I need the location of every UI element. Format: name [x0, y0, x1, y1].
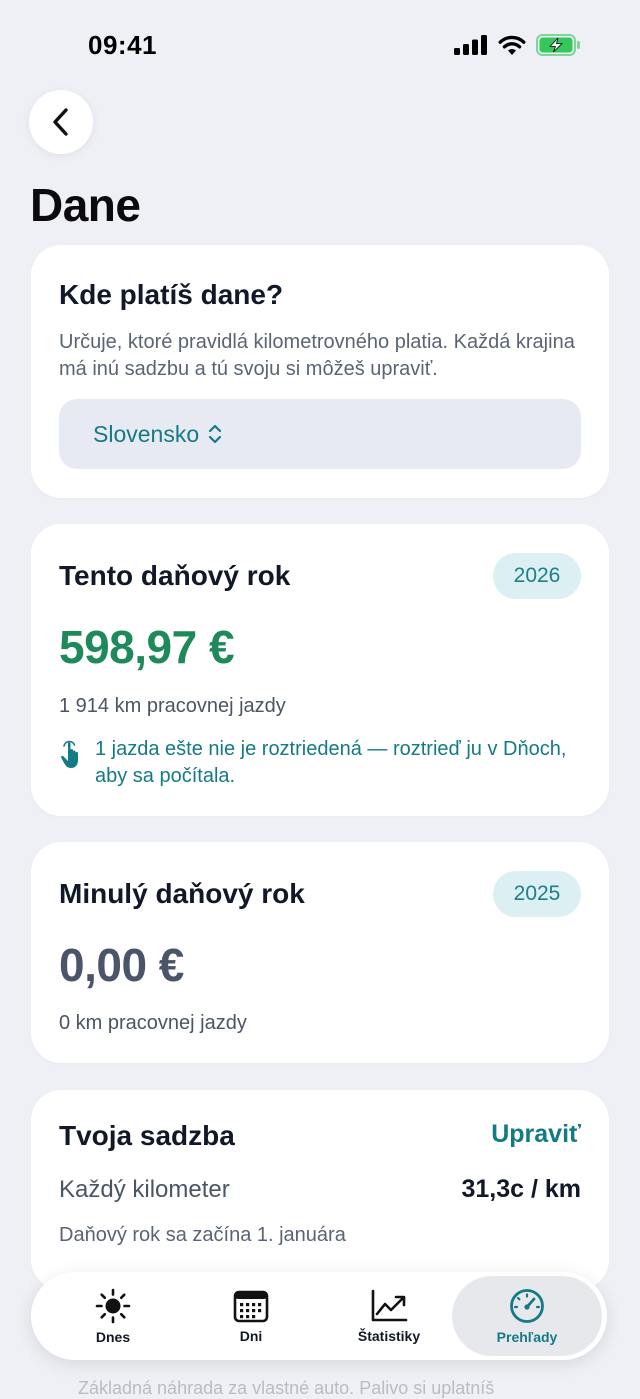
page-title: Dane — [30, 179, 141, 231]
current-work-km: 1 914 km pracovnej jazdy — [59, 695, 286, 717]
tab-prehlady[interactable]: Prehľady — [452, 1276, 602, 1356]
current-tax-year-title: Tento daňový rok — [59, 560, 291, 591]
tab-dnes[interactable]: Dnes — [43, 1276, 183, 1356]
back-button[interactable] — [29, 90, 93, 154]
tab-label: Dni — [239, 1327, 263, 1344]
gauge-icon — [510, 1288, 544, 1323]
hand-tap-icon — [61, 740, 78, 768]
tab-statistiky[interactable]: Štatistiky — [319, 1276, 459, 1356]
previous-tax-year-card: Minulý daňový rok 2025 0,00 € 0 km praco… — [31, 842, 609, 1063]
previous-tax-year-title: Minulý daňový rok — [59, 878, 305, 909]
rate-title: Tvoja sadzba — [59, 1120, 235, 1151]
chevron-up-down-icon — [207, 423, 223, 445]
wifi-icon — [498, 35, 526, 55]
tab-label: Štatistiky — [357, 1327, 421, 1344]
current-tax-amount: 598,97 € — [59, 621, 235, 673]
tax-country-title: Kde platíš dane? — [59, 279, 284, 310]
previous-tax-amount: 0,00 € — [59, 939, 184, 991]
current-tax-year-card: Tento daňový rok 2026 598,97 € 1 914 km … — [31, 524, 609, 816]
rate-footnote: Základná náhrada za vlastné auto. Palivo… — [78, 1378, 495, 1398]
tax-country-card: Kde platíš dane? Určuje, ktoré pravidlá … — [31, 245, 609, 498]
battery-charging-icon — [536, 34, 580, 56]
calendar-icon — [233, 1290, 269, 1322]
signal-icon — [454, 35, 487, 55]
tax-year-start-note: Daňový rok sa začína 1. januára — [59, 1224, 346, 1246]
status-bar: 09:41 — [0, 0, 640, 92]
rate-value: 31,3c / km — [461, 1175, 581, 1203]
country-picker[interactable]: Slovensko — [59, 399, 581, 469]
status-time: 09:41 — [88, 30, 157, 60]
rate-card: Tvoja sadzba Upraviť Každý kilometer 31,… — [31, 1090, 609, 1290]
year-badge: 2026 — [493, 553, 581, 599]
unsorted-trip-notice-text: 1 jazda ešte nie je roztriedená — roztri… — [95, 738, 567, 787]
chevron-left-icon — [53, 108, 68, 136]
status-icons — [454, 34, 582, 56]
sun-icon — [95, 1288, 131, 1323]
country-picker-value: Slovensko — [93, 420, 200, 447]
tab-dni[interactable]: Dni — [181, 1276, 321, 1356]
tax-country-description: Určuje, ktoré pravidlá kilometrovného pl… — [59, 331, 575, 380]
rate-label: Každý kilometer — [59, 1176, 230, 1203]
unsorted-trip-notice[interactable]: 1 jazda ešte nie je roztriedená — roztri… — [59, 736, 579, 790]
tab-label: Prehľady — [496, 1328, 558, 1345]
year-badge: 2025 — [493, 871, 581, 917]
tab-label: Dnes — [95, 1328, 131, 1345]
previous-work-km: 0 km pracovnej jazdy — [59, 1012, 247, 1034]
edit-rate-button[interactable]: Upraviť — [491, 1120, 581, 1149]
tab-bar: Dnes Dni Štatistiky Prehľady — [31, 1272, 607, 1360]
chart-icon — [371, 1289, 408, 1321]
